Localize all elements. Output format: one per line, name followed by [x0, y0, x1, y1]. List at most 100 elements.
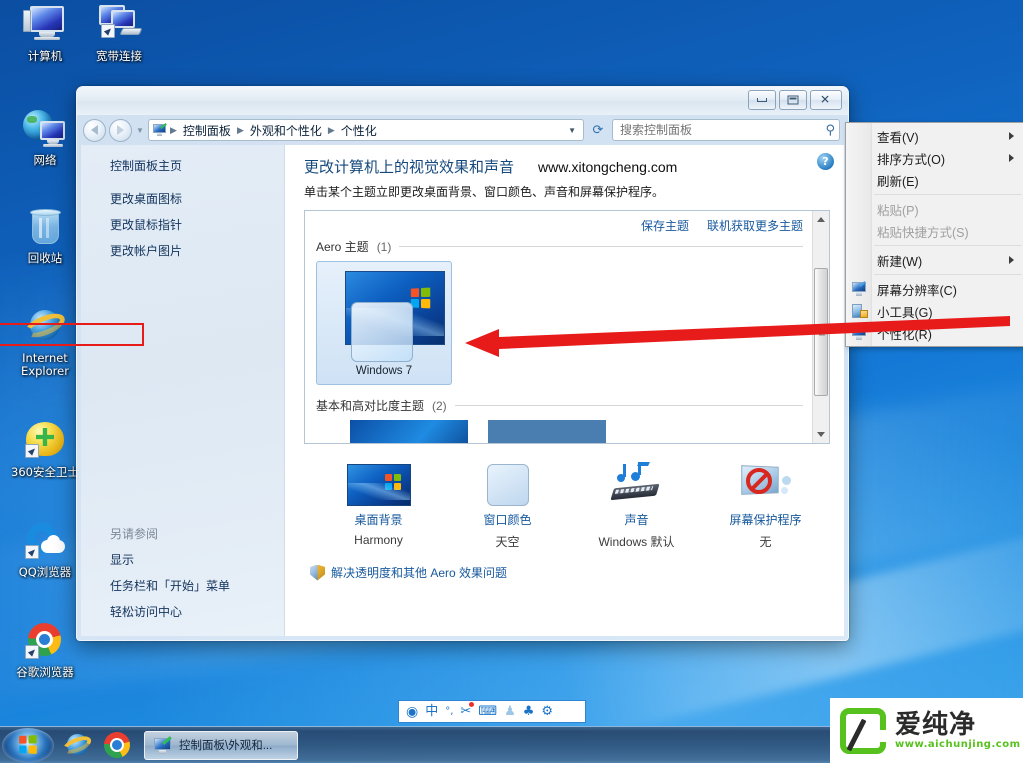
taskbar-button-label: 控制面板\外观和...	[179, 740, 273, 752]
window-body: 控制面板主页 更改桌面图标 更改鼠标指针 更改帐户图片 另请参阅 显示 任务栏和…	[77, 145, 848, 640]
address-bar[interactable]: ▶ 控制面板 ▶ 外观和个性化 ▶ 个性化 ▼	[148, 119, 584, 141]
desktop-icon-label: 宽带连接	[96, 49, 142, 63]
context-menu-item-refresh[interactable]: 刷新(E)	[846, 169, 1023, 191]
context-menu-item-screen-resolution[interactable]: 屏幕分辨率(C)	[846, 278, 1023, 300]
search-box[interactable]: ⚲	[612, 119, 840, 141]
breadcrumb-item-1[interactable]: 外观和个性化	[248, 121, 324, 140]
desktop-icon-network[interactable]: 网络	[6, 108, 84, 167]
keyboard-icon[interactable]: ⌨	[478, 705, 497, 718]
sogou-logo-icon[interactable]: ◉	[406, 705, 418, 719]
history-dropdown-icon[interactable]: ▼	[135, 126, 145, 135]
sidebar-item-change-desktop-icons[interactable]: 更改桌面图标	[110, 190, 284, 207]
sidebar-item-ease-of-access-center[interactable]: 轻松访问中心	[110, 603, 284, 620]
taskbar-google-chrome[interactable]	[97, 729, 137, 762]
user-icon[interactable]: ♟	[504, 705, 516, 718]
theme-tile-windows7[interactable]: Windows 7	[316, 261, 452, 385]
desktop-icon-recycle-bin[interactable]: 回收站	[6, 206, 84, 265]
desktop-context-menu[interactable]: 查看(V) 排序方式(O) 刷新(E) 粘贴(P) 粘贴快捷方式(S) 新建(W…	[845, 122, 1023, 347]
window-title-bar[interactable]: ✕	[77, 87, 848, 115]
taskbar-button-control-panel[interactable]: 控制面板\外观和...	[144, 730, 298, 760]
help-icon[interactable]: ?	[817, 153, 834, 170]
start-button[interactable]	[2, 727, 54, 763]
setting-value: Harmony	[354, 533, 403, 547]
personalization-icon	[851, 323, 868, 341]
theme-scrollbar[interactable]	[812, 211, 829, 443]
back-button[interactable]	[83, 118, 106, 142]
sidebar-item-taskbar-start-menu[interactable]: 任务栏和「开始」菜单	[110, 577, 284, 594]
desktop-icon-label: 计算机	[27, 49, 63, 63]
setting-window-color[interactable]: 窗口颜色 天空	[443, 460, 572, 550]
page-title-row: 更改计算机上的视觉效果和声音 www.xitongcheng.com	[304, 156, 830, 177]
troubleshoot-link-row[interactable]: 解决透明度和其他 Aero 效果问题	[304, 564, 830, 581]
taskbar-internet-explorer[interactable]	[57, 729, 97, 762]
minimize-button[interactable]	[748, 90, 776, 110]
get-more-themes-online-link[interactable]: 联机获取更多主题	[707, 217, 803, 234]
search-icon[interactable]: ⚲	[825, 122, 835, 138]
punctuation-icon[interactable]: °,	[445, 706, 453, 717]
theme-tile-basic-2[interactable]	[488, 420, 606, 443]
scrollbar-thumb[interactable]	[814, 268, 828, 396]
theme-tile-basic-1[interactable]	[350, 420, 468, 443]
desktop-icon-360-security[interactable]: 360安全卫士	[6, 420, 84, 479]
breadcrumb-sep: ▶	[170, 124, 177, 135]
setting-label[interactable]: 声音	[572, 511, 701, 528]
broadband-connection-icon	[95, 4, 143, 48]
context-menu-item-sort-by[interactable]: 排序方式(O)	[846, 147, 1023, 169]
context-menu-item-new[interactable]: 新建(W)	[846, 249, 1023, 271]
skin-icon[interactable]: ♣	[523, 705, 535, 718]
sidebar-item-display[interactable]: 显示	[110, 551, 284, 568]
theme-settings-row: 桌面背景 Harmony 窗口颜色 天空 声音 Windows 默认 屏幕保护程…	[304, 460, 830, 550]
context-menu-item-gadgets[interactable]: 小工具(G)	[846, 300, 1023, 322]
theme-thumbnail	[345, 271, 445, 362]
shortcut-overlay-icon	[25, 645, 39, 659]
personalization-icon	[152, 123, 168, 137]
breadcrumb-item-0[interactable]: 控制面板	[181, 121, 233, 140]
desktop-icon-google-chrome[interactable]: 谷歌浏览器	[6, 620, 84, 679]
desktop-icon-qq-browser[interactable]: QQ浏览器	[6, 520, 84, 579]
setting-label[interactable]: 屏幕保护程序	[701, 511, 830, 528]
setting-screen-saver[interactable]: 屏幕保护程序 无	[701, 460, 830, 550]
internet-explorer-icon	[21, 306, 69, 350]
setting-label[interactable]: 窗口颜色	[443, 511, 572, 528]
troubleshoot-link-label[interactable]: 解决透明度和其他 Aero 效果问题	[331, 564, 507, 581]
theme-scroll-area: 保存主题 联机获取更多主题 Aero 主题 (1) Windows 7 基本和高…	[305, 211, 812, 443]
close-button[interactable]: ✕	[810, 90, 842, 110]
desktop-icon-internet-explorer[interactable]: Internet Explorer	[6, 306, 84, 378]
breadcrumb-sep: ▶	[327, 124, 335, 135]
sidebar-item-control-panel-home[interactable]: 控制面板主页	[110, 157, 284, 174]
desktop-icon-computer[interactable]: 计算机	[6, 4, 84, 63]
context-menu-item-personalize[interactable]: 个性化(R)	[846, 322, 1023, 344]
scroll-up-arrow-icon[interactable]	[812, 211, 829, 228]
control-panel-window[interactable]: ✕ ▼ ▶ 控制面板 ▶ 外观和个性化 ▶ 个性化 ▼ ⟳ 搜索控制面板 ⚲ 控…	[76, 86, 849, 641]
setting-desktop-background[interactable]: 桌面背景 Harmony	[314, 460, 443, 550]
breadcrumb-item-2[interactable]: 个性化	[339, 121, 379, 140]
ime-language-toolbar[interactable]: ◉ 中 °, ✂ ⌨ ♟ ♣ ⚙	[398, 700, 586, 723]
settings-gear-icon[interactable]: ⚙	[541, 705, 553, 718]
refresh-button[interactable]: ⟳	[587, 119, 609, 141]
chinese-mode-icon[interactable]: 中	[425, 705, 438, 718]
aichunjing-logo-icon	[840, 707, 891, 754]
scissors-icon[interactable]: ✂	[460, 702, 475, 718]
context-menu-item-view[interactable]: 查看(V)	[846, 125, 1023, 147]
save-theme-link[interactable]: 保存主题	[641, 217, 689, 234]
scroll-down-arrow-icon[interactable]	[812, 426, 829, 443]
maximize-button[interactable]	[779, 90, 807, 110]
menu-separator	[874, 245, 1021, 246]
360-security-icon	[21, 420, 69, 464]
menu-item-label: 新建(W)	[877, 254, 923, 269]
theme-group-count: (1)	[376, 239, 392, 254]
theme-group-count: (2)	[432, 398, 447, 413]
address-dropdown-icon[interactable]: ▼	[563, 126, 581, 135]
search-input[interactable]	[620, 123, 826, 137]
setting-sounds[interactable]: 声音 Windows 默认	[572, 460, 701, 550]
setting-label[interactable]: 桌面背景	[314, 511, 443, 528]
desktop-icon-broadband-connection[interactable]: 宽带连接	[80, 4, 158, 63]
sidebar-item-change-mouse-pointers[interactable]: 更改鼠标指针	[110, 216, 284, 233]
sidebar-item-change-account-picture[interactable]: 更改帐户图片	[110, 242, 284, 259]
watermark-brand: 爱纯净	[895, 710, 977, 740]
theme-name: Windows 7	[355, 365, 413, 377]
theme-list-panel[interactable]: 保存主题 联机获取更多主题 Aero 主题 (1) Windows 7 基本和高…	[304, 210, 830, 444]
forward-button[interactable]	[109, 118, 132, 142]
breadcrumb[interactable]: ▶ 控制面板 ▶ 外观和个性化 ▶ 个性化	[170, 121, 379, 140]
